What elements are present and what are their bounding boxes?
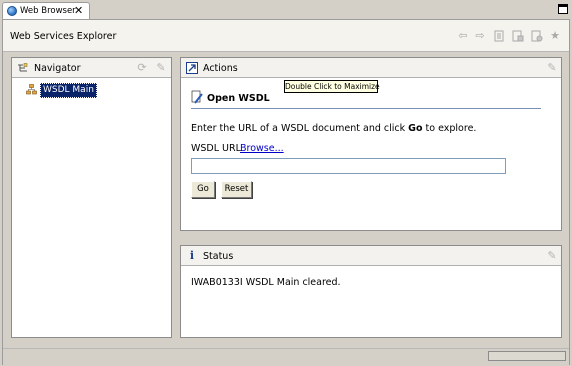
explorer-header: Web Services Explorer ⇦ ⇨ ★ (3, 20, 569, 52)
status-bar (3, 348, 569, 365)
back-arrow-icon[interactable]: ⇦ (457, 30, 469, 42)
info-icon: i (189, 249, 195, 262)
actions-title: Actions (203, 63, 238, 74)
web-browser-tab[interactable]: Web Browser ✕ (2, 2, 90, 19)
wsdl-url-label: WSDL URL (191, 143, 241, 154)
section-divider (191, 108, 541, 109)
clear-icon[interactable]: ✎ (155, 62, 167, 74)
forward-arrow-icon[interactable]: ⇨ (474, 30, 486, 42)
reset-button[interactable]: Reset (221, 181, 252, 198)
page-title: Web Services Explorer (10, 31, 117, 42)
favorite-star-icon[interactable]: ★ (549, 30, 561, 42)
status-header: i Status ✎ (181, 246, 561, 266)
tooltip: Double Click to Maximize (284, 80, 380, 93)
status-pane: i Status ✎ IWAB0133I WSDL Main cleared. (180, 245, 562, 338)
navigator-header: Navigator ⟳ ✎ (12, 58, 171, 78)
tree-item-label: WSDL Main (40, 83, 97, 98)
page-icon[interactable] (493, 30, 505, 42)
status-message: IWAB0133I WSDL Main cleared. (191, 277, 341, 288)
status-title: Status (203, 251, 234, 262)
navigator-title: Navigator (34, 63, 81, 74)
navigator-icon (18, 63, 28, 72)
refresh-icon[interactable]: ⟳ (136, 62, 148, 74)
wsdl-tree-icon (26, 84, 37, 95)
maximize-icon[interactable] (558, 4, 568, 14)
close-icon[interactable]: ✕ (74, 4, 83, 17)
section-title: Open WSDL (207, 93, 270, 104)
progress-bar (488, 351, 566, 361)
page-settings-icon[interactable] (531, 30, 543, 42)
globe-icon (7, 6, 17, 16)
wsdl-document-icon (191, 90, 203, 104)
clear-icon[interactable]: ✎ (546, 62, 558, 74)
instruction-text: Enter the URL of a WSDL document and cli… (191, 123, 477, 134)
wsdl-url-input[interactable] (191, 158, 506, 174)
clear-icon[interactable]: ✎ (546, 250, 558, 262)
browse-link[interactable]: Browse... (240, 143, 284, 154)
page-refresh-icon[interactable] (512, 30, 524, 42)
navigator-pane: Navigator ⟳ ✎ WSDL Main (11, 57, 172, 338)
maximize-arrow-icon (186, 62, 198, 74)
go-button[interactable]: Go (191, 181, 215, 198)
tab-title: Web Browser (20, 6, 76, 16)
actions-header: Actions ✎ (181, 58, 561, 78)
